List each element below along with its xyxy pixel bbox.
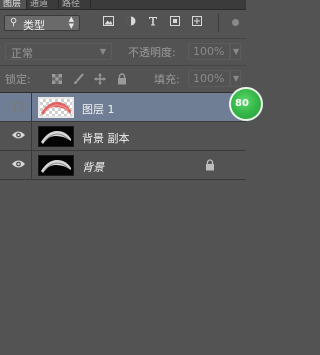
chevron-down-icon: ▼ [99, 47, 106, 56]
filter-toggle-icon[interactable] [232, 19, 239, 26]
layer-name[interactable]: 背景 副本 [82, 130, 130, 146]
badge-text: 80 [235, 98, 249, 109]
chevron-updown-icon: ▲ ▼ [68, 15, 74, 30]
visibility-cell[interactable] [0, 122, 32, 150]
eye-icon[interactable] [11, 129, 26, 141]
adjustment-filter-icon[interactable] [126, 16, 136, 26]
blend-mode-select[interactable]: 正常 ▼ [5, 43, 112, 60]
chevron-down-icon: ▼ [233, 74, 240, 83]
lock-all-icon[interactable] [117, 73, 127, 85]
tab-divider [90, 0, 91, 9]
fill-value: 100% [193, 72, 225, 85]
fill-label: 填充: [154, 73, 180, 86]
eye-icon[interactable] [11, 158, 26, 170]
layer-thumbnail-content [41, 160, 71, 173]
panel-tab-bar: 图层 通道 路径 [0, 0, 246, 10]
opacity-value: 100% [193, 45, 225, 58]
chevron-down-icon: ▼ [233, 47, 240, 56]
layer-thumbnail [38, 97, 74, 118]
layer-list: 图层 1 背景 副本 背景 [0, 92, 246, 355]
layer-filter-row: ⚲ 类型 ▲ ▼ [0, 10, 246, 36]
layer-thumbnail [38, 155, 74, 176]
layers-panel: 图层 通道 路径 ⚲ 类型 ▲ ▼ 正常 ▼ 不透明度: 100% ▼ 锁定: … [0, 0, 263, 355]
lock-icon [206, 159, 214, 171]
image-filter-icon[interactable] [103, 16, 114, 26]
visibility-toggle[interactable] [14, 102, 23, 111]
opacity-field[interactable]: 100% ▼ [188, 43, 241, 60]
tab-divider [26, 0, 27, 9]
filter-kind-label: 类型 [23, 19, 45, 32]
layer-thumbnail [38, 126, 74, 147]
tab-divider [58, 0, 59, 9]
tab-layers[interactable]: 图层 [0, 0, 26, 9]
overlay-badge: 80 [229, 87, 263, 121]
blend-mode-row: 正常 ▼ 不透明度: 100% ▼ [0, 38, 246, 63]
lock-move-icon[interactable] [94, 73, 106, 85]
smart-object-filter-icon[interactable] [192, 16, 202, 26]
lock-row: 锁定: 填充: 100% ▼ [0, 65, 246, 90]
filter-divider [218, 14, 219, 32]
tab-paths[interactable]: 路径 [62, 0, 88, 9]
text-filter-icon[interactable] [148, 16, 158, 26]
fill-field[interactable]: 100% ▼ [188, 70, 241, 87]
lock-transparent-icon[interactable] [52, 74, 62, 84]
blend-mode-label: 正常 [11, 47, 33, 60]
layer-thumbnail-content [41, 102, 71, 115]
layer-row-background-copy[interactable]: 背景 副本 [0, 122, 246, 151]
layer-row-background[interactable]: 背景 [0, 151, 246, 180]
lock-paint-icon[interactable] [73, 73, 84, 85]
search-icon: ⚲ [10, 17, 18, 28]
lock-label: 锁定: [5, 73, 31, 86]
opacity-label: 不透明度: [128, 46, 176, 59]
shape-filter-icon[interactable] [170, 16, 180, 26]
layer-name[interactable]: 背景 [82, 159, 104, 175]
layer-row-layer-1[interactable]: 图层 1 [0, 93, 246, 122]
layer-thumbnail-content [41, 131, 71, 144]
layer-name[interactable]: 图层 1 [82, 101, 115, 117]
visibility-cell[interactable] [0, 151, 32, 179]
visibility-cell[interactable] [0, 93, 32, 121]
filter-kind-select[interactable]: ⚲ 类型 ▲ ▼ [4, 15, 80, 32]
tab-channels[interactable]: 通道 [30, 0, 56, 9]
